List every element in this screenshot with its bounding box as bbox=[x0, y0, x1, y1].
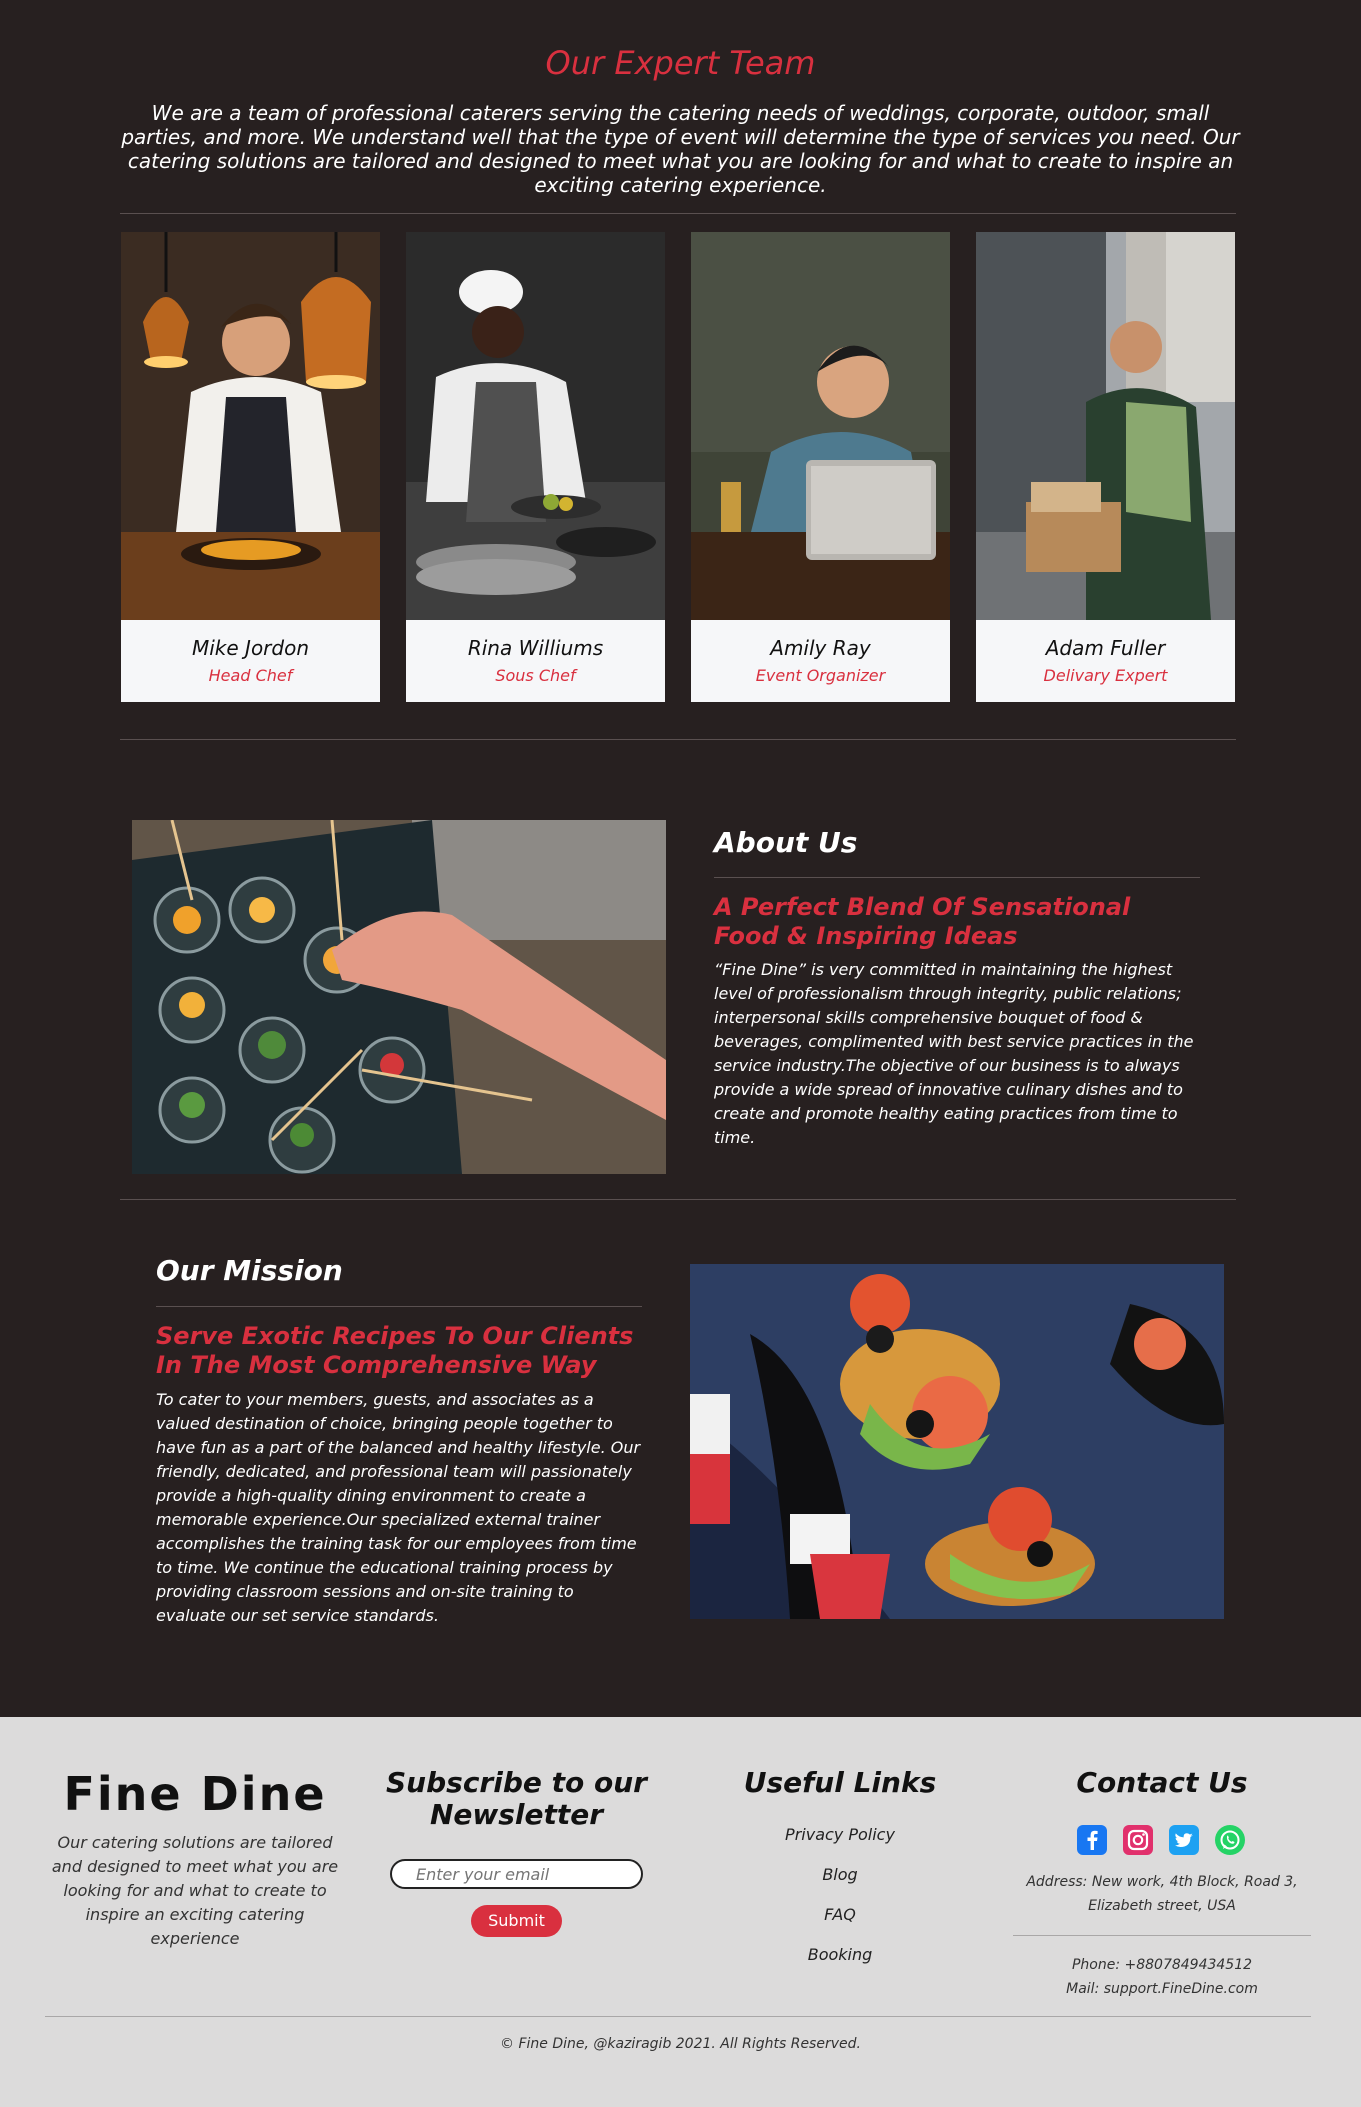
mission-heading: Our Mission bbox=[156, 1254, 343, 1287]
footer-brand: Fine Dine bbox=[63, 1767, 327, 1821]
team-member-name: Rina Williums bbox=[467, 636, 604, 660]
about-subheading: A Perfect Blend Of Sensational Food & In… bbox=[714, 893, 1131, 950]
divider bbox=[120, 1199, 1236, 1200]
team-card: Rina Williums Sous Chef bbox=[406, 232, 665, 702]
link-faq[interactable]: FAQ bbox=[740, 1905, 940, 1924]
facebook-icon[interactable] bbox=[1077, 1825, 1107, 1855]
team-photo-chef bbox=[121, 232, 380, 620]
team-member-role: Delivary Expert bbox=[1043, 666, 1168, 685]
instagram-icon[interactable] bbox=[1123, 1825, 1153, 1855]
mission-image bbox=[690, 1264, 1224, 1619]
contact-phone: Phone: +8807849434512 bbox=[1071, 1957, 1253, 1973]
link-blog[interactable]: Blog bbox=[740, 1865, 940, 1884]
team-title: Our Expert Team bbox=[545, 44, 816, 82]
contact-mail: Mail: support.FineDine.com bbox=[1066, 1981, 1258, 1997]
whatsapp-icon[interactable] bbox=[1215, 1825, 1245, 1855]
link-booking[interactable]: Booking bbox=[740, 1945, 940, 1964]
link-privacy-policy[interactable]: Privacy Policy bbox=[740, 1825, 940, 1844]
divider bbox=[45, 2016, 1311, 2017]
divider bbox=[120, 739, 1236, 740]
team-member-role: Event Organizer bbox=[755, 666, 886, 685]
mission-text: To cater to your members, guests, and as… bbox=[156, 1390, 641, 1625]
team-photo-organizer bbox=[691, 232, 950, 620]
team-member-role: Head Chef bbox=[208, 666, 293, 685]
newsletter-submit-button[interactable]: Submit bbox=[471, 1905, 562, 1937]
about-text: “Fine Dine” is very committed in maintai… bbox=[714, 960, 1194, 1147]
mission-subheading: Serve Exotic Recipes To Our Clients In T… bbox=[156, 1322, 634, 1379]
team-card: Adam Fuller Delivary Expert bbox=[976, 232, 1235, 702]
team-card: Amily Ray Event Organizer bbox=[691, 232, 950, 702]
team-photo-delivery bbox=[976, 232, 1235, 620]
team-photo-sous-chef bbox=[406, 232, 665, 620]
team-member-name: Amily Ray bbox=[770, 636, 871, 660]
divider bbox=[120, 213, 1236, 214]
divider bbox=[714, 877, 1200, 878]
footer-brand-text: Our catering solutions are tailored and … bbox=[51, 1833, 339, 1948]
newsletter-email-input[interactable] bbox=[390, 1859, 643, 1889]
contact-heading: Contact Us bbox=[1076, 1766, 1248, 1799]
newsletter-heading: Subscribe to our Newsletter bbox=[386, 1766, 647, 1831]
about-heading: About Us bbox=[714, 826, 858, 859]
divider bbox=[156, 1306, 642, 1307]
team-card: Mike Jordon Head Chef bbox=[121, 232, 380, 702]
team-member-name: Adam Fuller bbox=[1045, 636, 1166, 660]
team-member-role: Sous Chef bbox=[495, 666, 576, 685]
about-image bbox=[132, 820, 666, 1174]
team-member-name: Mike Jordon bbox=[191, 636, 310, 660]
useful-links-heading: Useful Links bbox=[743, 1766, 937, 1799]
team-intro: We are a team of professional caterers s… bbox=[121, 101, 1240, 197]
copyright: © Fine Dine, @kaziragib 2021. All Rights… bbox=[500, 2036, 861, 2052]
twitter-icon[interactable] bbox=[1169, 1825, 1199, 1855]
footer: Fine Dine Our catering solutions are tai… bbox=[0, 1717, 1361, 2107]
divider bbox=[1013, 1935, 1311, 1936]
contact-address: Address: New work, 4th Block, Road 3, El… bbox=[1026, 1874, 1298, 1914]
